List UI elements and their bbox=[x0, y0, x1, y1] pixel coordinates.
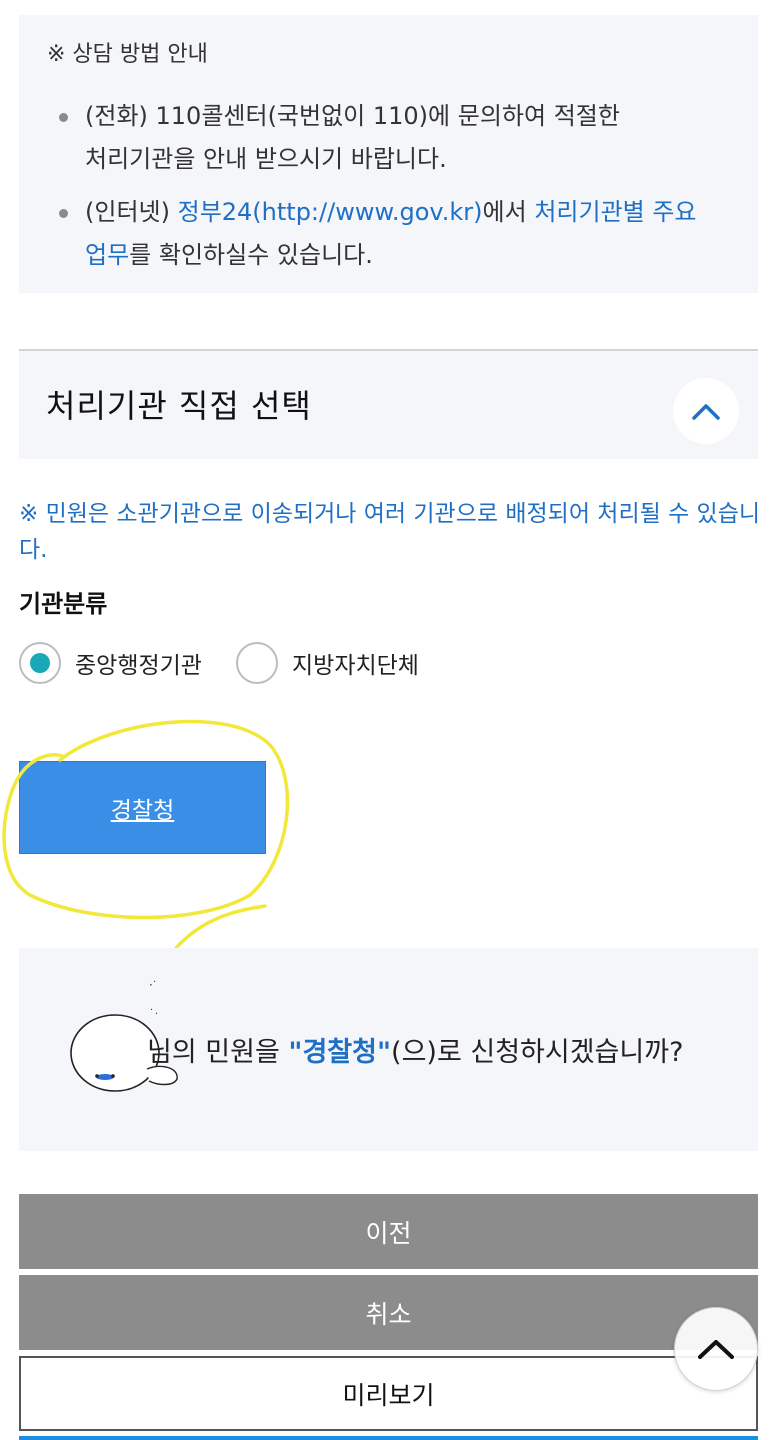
svg-text:·: · bbox=[155, 1009, 158, 1020]
radio-unselected-icon[interactable] bbox=[236, 642, 278, 684]
radio-central-agency[interactable]: 중앙행정기관 bbox=[19, 640, 202, 686]
agency-select-section-header[interactable]: 처리기관 직접 선택 bbox=[19, 349, 758, 459]
preview-button[interactable]: 미리보기 bbox=[19, 1356, 758, 1431]
consultation-info-box: ※ 상담 방법 안내 (전화) 110콜센터(국번없이 110)에 문의하여 적… bbox=[19, 15, 758, 293]
internet-mid: 에서 bbox=[482, 198, 535, 226]
confirm-suffix: (으)로 신청하시겠습니까? bbox=[391, 1037, 684, 1068]
internet-info-item: (인터넷) 정부24(http://www.gov.kr)에서 처리기관별 주요… bbox=[59, 191, 745, 277]
bottom-accent-bar bbox=[19, 1436, 758, 1440]
chevron-up-icon bbox=[692, 404, 720, 420]
internet-prefix: (인터넷) bbox=[85, 198, 178, 226]
confirm-agency: "경찰청" bbox=[288, 1037, 392, 1068]
highlight-circle-annotation bbox=[2, 719, 290, 950]
prev-button[interactable]: 이전 bbox=[19, 1194, 758, 1269]
chevron-up-icon bbox=[698, 1340, 734, 1359]
bullet-icon bbox=[59, 209, 68, 218]
confirm-message-box: · · · · 님의 민원을 "경찰청"(으)로 신청하시겠습니까? bbox=[19, 948, 758, 1151]
radio-label: 지방자치단체 bbox=[292, 653, 419, 679]
confirm-question: 님의 민원을 "경찰청"(으)로 신청하시겠습니까? bbox=[147, 1030, 683, 1069]
gov24-link[interactable]: 정부24(http://www.gov.kr) bbox=[178, 198, 483, 226]
section-title: 처리기관 직접 선택 bbox=[46, 387, 312, 425]
cancel-button[interactable]: 취소 bbox=[19, 1275, 758, 1350]
radio-selected-icon[interactable] bbox=[19, 642, 61, 684]
confirm-prefix: 님의 민원을 bbox=[147, 1037, 289, 1068]
collapse-toggle-button[interactable] bbox=[673, 378, 739, 444]
phone-info-line1: (전화) 110콜센터(국번없이 110)에 문의하여 적절한 bbox=[85, 102, 620, 130]
category-label: 기관분류 bbox=[19, 590, 108, 618]
radio-label: 중앙행정기관 bbox=[75, 653, 202, 679]
phone-info-item: (전화) 110콜센터(국번없이 110)에 문의하여 적절한 처리기관을 안내… bbox=[59, 95, 745, 181]
bullet-icon bbox=[59, 113, 68, 122]
agency-duties-link-part1[interactable]: 처리기관별 주요 bbox=[534, 198, 696, 226]
transfer-notice: ※ 민원은 소관기관으로 이송되거나 여러 기관으로 배정되어 처리될 수 있습… bbox=[19, 501, 761, 563]
info-title: ※ 상담 방법 안내 bbox=[47, 42, 208, 67]
svg-text:·: · bbox=[150, 1005, 153, 1016]
agency-duties-link-part2[interactable]: 업무 bbox=[85, 241, 129, 269]
phone-info-line2: 처리기관을 안내 받으시기 바랍니다. bbox=[85, 145, 447, 173]
internet-suffix: 를 확인하실수 있습니다. bbox=[129, 241, 373, 269]
scroll-to-top-button[interactable] bbox=[674, 1307, 758, 1391]
radio-local-government[interactable]: 지방자치단체 bbox=[236, 640, 419, 686]
svg-text:·: · bbox=[153, 977, 156, 988]
